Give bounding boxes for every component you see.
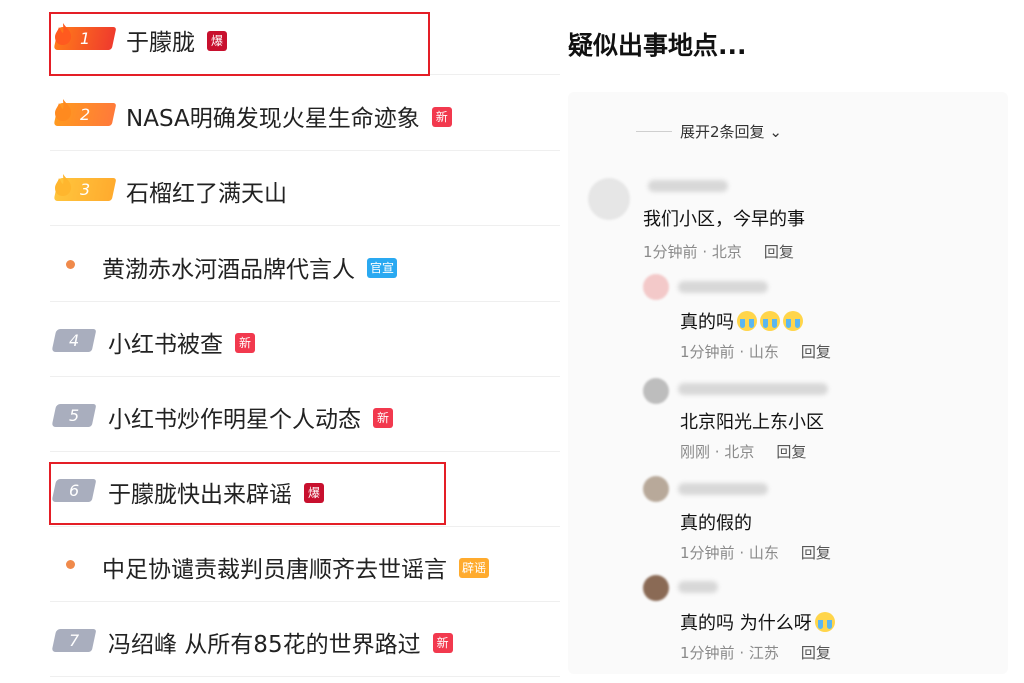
comment-text: 真的假的: [680, 509, 752, 535]
hot-search-item[interactable]: 5 小红书炒作明星个人动态新: [0, 377, 560, 452]
hot-search-item[interactable]: 7 冯绍峰 从所有85花的世界路过新: [0, 602, 560, 677]
expand-replies-label: 展开2条回复: [680, 123, 765, 141]
comment-time: 1分钟前: [643, 243, 698, 261]
hot-search-title: 石榴红了满天山: [126, 181, 287, 207]
comment-text-content: 真的吗: [680, 312, 734, 333]
crying-emoji-icon: [783, 311, 803, 331]
rank-badge: 7: [51, 629, 97, 652]
avatar[interactable]: [643, 476, 669, 502]
crying-emoji-icon: [737, 311, 757, 331]
reply-button[interactable]: 回复: [764, 241, 794, 262]
hot-search-item[interactable]: 3 石榴红了满天山: [0, 151, 560, 226]
hot-search-title: NASA明确发现火星生命迹象: [126, 106, 420, 132]
hot-search-item[interactable]: 2 NASA明确发现火星生命迹象新: [0, 76, 560, 151]
meta-separator: ·: [697, 243, 712, 261]
comment-location: 山东: [748, 343, 779, 361]
xin-badge: 新: [235, 333, 255, 353]
guan-badge: 官宣: [367, 258, 398, 278]
blurred-username: [678, 581, 718, 593]
comment-meta: 1分钟前 · 山东: [680, 341, 779, 362]
hot-search-list: 1 于朦胧爆 2 NASA明确发现火星生命迹象新 3 石榴红了满天山 黄渤赤水河酒品牌代言人…: [0, 0, 560, 683]
chevron-down-icon: ⌄: [769, 123, 782, 141]
comment-meta: 刚刚 · 北京: [680, 441, 754, 462]
blurred-username: [678, 281, 768, 293]
comment-text-content: 北京阳光上东小区: [680, 412, 824, 433]
crying-emoji-icon: [760, 311, 780, 331]
comment-location: 山东: [748, 544, 779, 562]
avatar[interactable]: [588, 178, 630, 220]
rank-badge: 4: [51, 329, 97, 352]
comment-text: 真的吗: [680, 308, 803, 334]
hot-search-item[interactable]: 4 小红书被查新: [0, 302, 560, 377]
meta-separator: ·: [734, 544, 749, 562]
row-divider: [50, 225, 560, 226]
comment-location: 北京: [711, 243, 742, 261]
comment-text-content: 真的吗 为什么呀: [680, 613, 812, 634]
hot-search-title: 中足协谴责裁判员唐顺齐去世谣言: [102, 557, 447, 583]
crying-emoji-icon: [814, 612, 835, 632]
caption: 疑似出事地点...: [568, 31, 747, 60]
reply-button[interactable]: 回复: [801, 341, 831, 362]
xin-badge: 新: [431, 107, 452, 127]
hot-search-item[interactable]: 中足协谴责裁判员唐顺齐去世谣言 辟谣: [0, 527, 560, 602]
highlight-box: [49, 12, 430, 76]
bullet-dot-icon: [66, 260, 75, 269]
comment-time: 刚刚: [680, 443, 711, 461]
comment-location: 北京: [724, 443, 755, 461]
rank-number: 3: [79, 180, 91, 199]
rank-number: 5: [68, 406, 80, 425]
meta-separator: ·: [734, 343, 749, 361]
comment-time: 1分钟前: [680, 644, 735, 662]
reply-button[interactable]: 回复: [801, 542, 831, 563]
avatar[interactable]: [643, 274, 669, 300]
row-divider: [50, 676, 560, 677]
flame-icon: [55, 174, 72, 196]
blurred-username: [678, 383, 828, 395]
piyao-badge: 辟谣: [459, 558, 490, 578]
comment-time: 1分钟前: [680, 544, 735, 562]
blurred-username: [678, 483, 768, 495]
bullet-dot-icon: [66, 560, 75, 569]
reply-button[interactable]: 回复: [801, 642, 831, 663]
flame-icon: [55, 99, 72, 121]
expand-replies-button[interactable]: 展开2条回复 ⌄: [680, 121, 782, 142]
rank-number: 7: [68, 631, 80, 650]
xin-badge: 新: [373, 408, 393, 428]
comment-text-content: 我们小区，今早的事: [643, 209, 805, 230]
meta-separator: ·: [734, 644, 749, 662]
comment-meta: 1分钟前 · 山东: [680, 542, 779, 563]
highlight-box: [49, 462, 446, 525]
comment-text: 真的吗 为什么呀: [680, 609, 835, 635]
rank-badge: 5: [51, 404, 97, 427]
comment-time: 1分钟前: [680, 343, 735, 361]
avatar[interactable]: [643, 378, 669, 404]
comment-location: 江苏: [748, 644, 779, 662]
meta-separator: ·: [710, 443, 725, 461]
comment-text: 北京阳光上东小区: [680, 408, 824, 434]
rank-number: 4: [68, 331, 80, 350]
hot-search-item[interactable]: 黄渤赤水河酒品牌代言人 官宣: [0, 227, 560, 302]
blurred-username: [648, 180, 728, 192]
hot-search-title: 小红书被查: [108, 332, 223, 358]
hot-search-title: 黄渤赤水河酒品牌代言人: [102, 257, 355, 283]
hot-search-title: 小红书炒作明星个人动态: [108, 407, 361, 433]
expand-divider: [636, 131, 672, 132]
hot-search-title: 冯绍峰 从所有85花的世界路过: [108, 632, 421, 658]
comment-text: 我们小区，今早的事: [643, 205, 805, 231]
comment-panel: 疑似出事地点... 展开2条回复 ⌄ 我们小区，今早的事 1分钟前 · 北京 回复真…: [560, 0, 1024, 683]
reply-button[interactable]: 回复: [776, 441, 806, 462]
comment-text-content: 真的假的: [680, 513, 752, 534]
comment-meta: 1分钟前 · 江苏: [680, 642, 779, 663]
xin-badge: 新: [432, 633, 453, 653]
rank-number: 2: [79, 105, 91, 124]
comment-meta: 1分钟前 · 北京: [643, 241, 742, 262]
avatar[interactable]: [643, 575, 669, 601]
